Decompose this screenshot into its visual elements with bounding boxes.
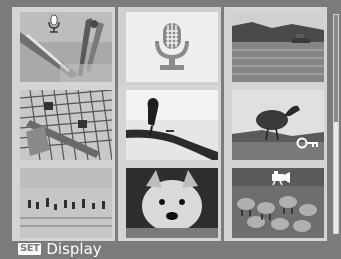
- thumbnail-image: [126, 90, 218, 160]
- thumbnail-7[interactable]: [12, 163, 115, 241]
- thumbnail-image: [126, 168, 218, 238]
- voice-memo-icon: [48, 14, 60, 33]
- thumbnail-image: [232, 12, 324, 82]
- protect-key-icon: [296, 137, 318, 149]
- thumbnail-image: [20, 168, 112, 238]
- thumbnail-3[interactable]: [224, 7, 327, 85]
- thumbnail-9[interactable]: [224, 163, 327, 241]
- thumbnail-5[interactable]: [118, 85, 221, 163]
- movie-camera-icon: [272, 171, 290, 186]
- thumbnail-4[interactable]: [12, 85, 115, 163]
- vertical-scrollbar[interactable]: [333, 14, 339, 234]
- playback-index-screen: SET Display: [0, 0, 341, 259]
- thumbnail-6[interactable]: [224, 85, 327, 163]
- thumbnail-1[interactable]: [12, 7, 115, 85]
- footer-hint: SET Display: [18, 240, 102, 258]
- set-button-key: SET: [18, 243, 42, 255]
- thumbnail-image: [20, 90, 112, 160]
- thumbnail-8[interactable]: [118, 163, 221, 241]
- thumbnail-image: [126, 12, 218, 82]
- thumbnail-image: [20, 12, 112, 82]
- microphone-icon: [126, 12, 218, 82]
- thumbnail-grid: [12, 7, 327, 241]
- display-action-label: Display: [46, 240, 102, 258]
- scrollbar-thumb[interactable]: [334, 15, 338, 122]
- thumbnail-2[interactable]: [118, 7, 221, 85]
